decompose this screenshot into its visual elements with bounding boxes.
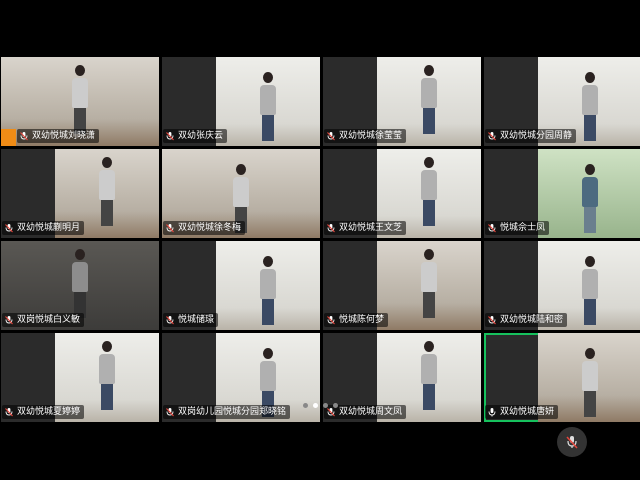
mic-icon [487, 407, 497, 417]
participant-tile[interactable]: 双幼悦城王文芝 [323, 149, 481, 238]
mic-off-icon [165, 131, 175, 141]
participant-tile[interactable]: 双幼悦城周文凤 [323, 333, 481, 422]
participant-tile[interactable]: 双幼悦城刘晓潇 [1, 57, 159, 146]
participant-tile[interactable]: 双岗悦城白义敏 [1, 241, 159, 330]
participant-name-label: 双幼悦城徐冬梅 [163, 221, 246, 235]
mic-off-icon [4, 407, 14, 417]
participant-tile[interactable]: 双幼悦城唐妍 [484, 333, 640, 422]
participant-name-label: 双幼悦城蒯明月 [2, 221, 85, 235]
participant-name: 悦城储璟 [178, 315, 215, 325]
participant-name: 双幼悦城徐冬梅 [178, 223, 242, 233]
participant-name-label: 双岗幼儿园悦城分园郑晓铭 [163, 405, 291, 419]
participant-name-label: 双幼悦城刘晓潇 [17, 129, 100, 143]
mic-off-icon [326, 223, 336, 233]
participant-name: 双幼悦城蒯明月 [17, 223, 81, 233]
participant-name-label: 双幼悦城徐莹莹 [324, 129, 407, 143]
participant-name: 双幼张庆云 [178, 131, 224, 141]
participant-tile[interactable]: 悦城佘士凤 [484, 149, 640, 238]
participant-name-label: 双岗悦城白义敏 [2, 313, 85, 327]
participant-name-label: 悦城陈何梦 [324, 313, 389, 327]
participant-name: 悦城佘士凤 [500, 223, 546, 233]
participant-video [216, 241, 320, 330]
participant-figure [582, 348, 598, 417]
mic-off-icon [165, 407, 175, 417]
participant-figure [260, 256, 276, 325]
participant-name: 双幼悦城分园周静 [500, 131, 573, 141]
participant-figure [421, 341, 437, 410]
participant-name: 双幼悦城徐莹莹 [339, 131, 403, 141]
participant-figure [582, 256, 598, 325]
mic-off-icon [487, 223, 497, 233]
participant-tile[interactable]: 双幼悦城分园周静 [484, 57, 640, 146]
page-dot[interactable] [333, 403, 338, 408]
host-badge-icon [1, 129, 16, 146]
page-dot[interactable] [313, 403, 318, 408]
participant-figure [582, 164, 598, 233]
participant-figure [72, 249, 88, 318]
participant-name: 悦城陈何梦 [339, 315, 385, 325]
participant-name: 双岗悦城白义敏 [17, 315, 81, 325]
participant-tile[interactable]: 悦城陈何梦 [323, 241, 481, 330]
mic-off-icon [487, 315, 497, 325]
participant-name-label: 双幼悦城唐妍 [485, 405, 559, 419]
mic-off-icon [326, 315, 336, 325]
mic-off-icon [4, 223, 14, 233]
participant-tile[interactable]: 双幼悦城蒯明月 [1, 149, 159, 238]
mic-off-icon [19, 131, 29, 141]
page-dot[interactable] [303, 403, 308, 408]
mic-off-icon [4, 315, 14, 325]
participant-tile[interactable]: 双幼悦城徐冬梅 [162, 149, 320, 238]
participant-name-label: 悦城储璟 [163, 313, 219, 327]
participant-figure [421, 157, 437, 226]
participant-figure [421, 65, 437, 134]
participant-figure [99, 341, 115, 410]
participant-name: 双幼悦城唐妍 [500, 407, 555, 417]
participant-video [216, 57, 320, 146]
participant-tile[interactable]: 双幼悦城徐莹莹 [323, 57, 481, 146]
participant-tile[interactable]: 双幼悦城陆和密 [484, 241, 640, 330]
mic-off-icon [165, 315, 175, 325]
participant-tile[interactable]: 双幼悦城夏婷婷 [1, 333, 159, 422]
mic-off-icon [326, 131, 336, 141]
participant-name: 双幼悦城刘晓潇 [32, 131, 96, 141]
mic-off-icon [165, 223, 175, 233]
participant-name: 双幼悦城周文凤 [339, 407, 403, 417]
video-grid: 双幼悦城刘晓潇 双幼张庆云 双幼悦城徐莹莹 双幼悦城分园周静双幼悦城蒯明月 双幼悦城徐冬… [0, 57, 640, 423]
mic-off-icon [326, 407, 336, 417]
participant-name-label: 悦城佘士凤 [485, 221, 550, 235]
participant-figure [582, 72, 598, 141]
participant-name-label: 双幼悦城分园周静 [485, 129, 577, 143]
participant-figure [421, 249, 437, 318]
participant-figure [260, 72, 276, 141]
participant-name: 双幼悦城王文芝 [339, 223, 403, 233]
participant-name-label: 双幼悦城夏婷婷 [2, 405, 85, 419]
participant-figure [72, 65, 88, 134]
page-dot[interactable] [323, 403, 328, 408]
participant-name-label: 双幼悦城王文芝 [324, 221, 407, 235]
participant-tile[interactable]: 悦城储璟 [162, 241, 320, 330]
page-indicator[interactable] [303, 403, 338, 408]
mic-off-icon [566, 436, 578, 449]
participant-video [538, 149, 640, 238]
participant-name: 双岗幼儿园悦城分园郑晓铭 [178, 407, 287, 417]
participant-name-label: 双幼悦城陆和密 [485, 313, 568, 327]
participant-tile[interactable]: 双幼张庆云 [162, 57, 320, 146]
participant-name: 双幼悦城陆和密 [500, 315, 564, 325]
participant-figure [99, 157, 115, 226]
mute-toggle-button[interactable] [557, 427, 587, 457]
participant-name: 双幼悦城夏婷婷 [17, 407, 81, 417]
participant-name-label: 双幼张庆云 [163, 129, 228, 143]
participant-video [377, 241, 481, 330]
participant-tile[interactable]: 双岗幼儿园悦城分园郑晓铭 [162, 333, 320, 422]
mic-off-icon [487, 131, 497, 141]
